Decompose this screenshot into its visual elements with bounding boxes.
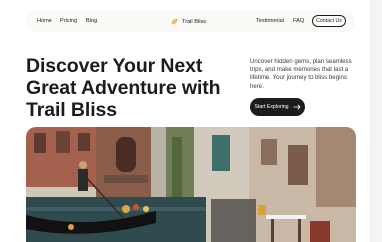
hero-title: Discover Your Next Great Adventure with … <box>26 55 221 121</box>
brand-logo[interactable]: Trail Bliss <box>171 16 206 27</box>
nav-link-home[interactable]: Home <box>37 18 52 24</box>
venice-canal-photo <box>26 127 356 242</box>
page-scrollbar[interactable] <box>370 0 382 242</box>
start-exploring-button[interactable]: Start Exploring <box>250 98 305 116</box>
leaf-logo-icon <box>171 18 178 25</box>
hero-image-venice-canal <box>26 127 356 242</box>
nav-link-testimonial[interactable]: Testimonial <box>256 18 284 24</box>
top-navigation: Home Pricing Blog Trail Bliss Testimonia… <box>26 10 355 32</box>
page: Home Pricing Blog Trail Bliss Testimonia… <box>0 0 370 242</box>
start-exploring-label: Start Exploring <box>254 104 289 110</box>
hero-description: Uncover hidden gems, plan seamless trips… <box>250 58 352 90</box>
arrow-right-icon <box>293 104 301 110</box>
contact-us-button[interactable]: Contact Us <box>312 15 346 27</box>
nav-link-faq[interactable]: FAQ <box>293 18 304 24</box>
brand-name: Trail Bliss <box>182 18 207 25</box>
nav-link-pricing[interactable]: Pricing <box>60 18 77 24</box>
nav-link-blog[interactable]: Blog <box>86 18 97 24</box>
